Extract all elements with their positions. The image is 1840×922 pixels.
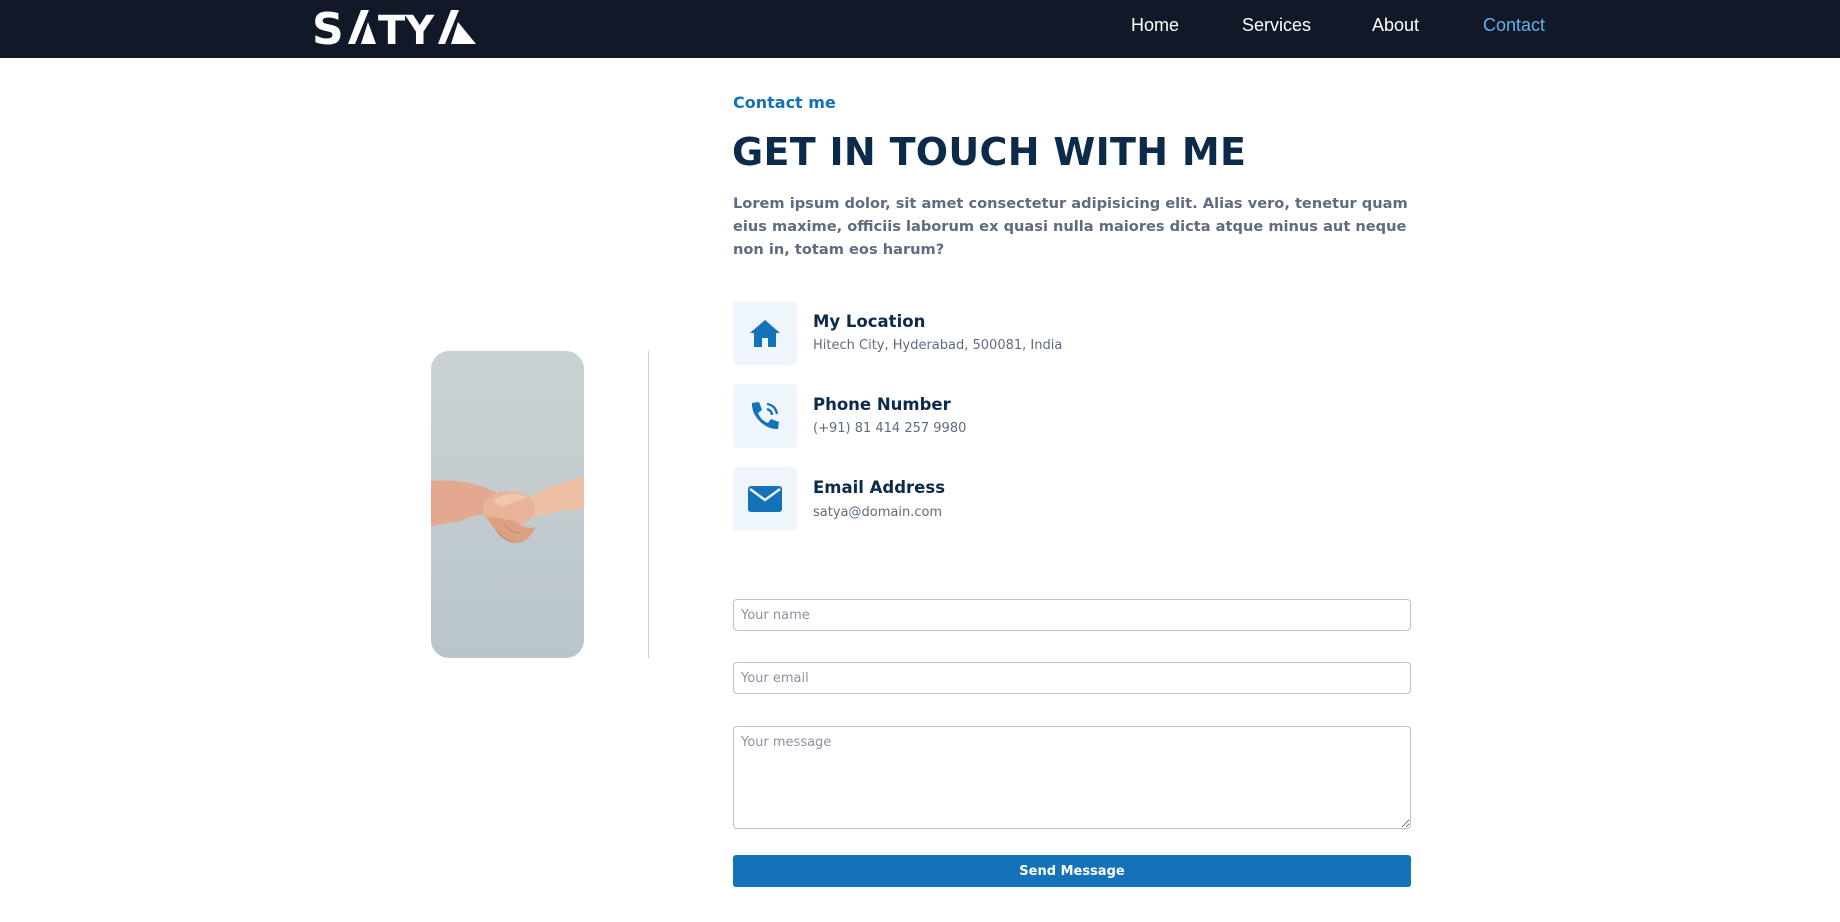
phone-text: (+91) 81 414 257 9980: [813, 421, 967, 436]
name-input[interactable]: [733, 599, 1411, 631]
intro-paragraph: Lorem ipsum dolor, sit amet consectetur …: [733, 195, 1408, 258]
envelope-icon: [748, 486, 782, 512]
contact-eyebrow: Contact me: [733, 93, 836, 112]
home-icon: [750, 320, 780, 347]
svg-text:S: S: [312, 4, 344, 50]
email-text: satya@domain.com: [813, 505, 943, 520]
phone-icon: [751, 402, 779, 430]
email-title: Email Address: [813, 478, 946, 497]
phone-icon-box: [733, 384, 797, 448]
page-title: GET IN TOUCH WITH ME: [732, 130, 1247, 174]
nav-contact[interactable]: Contact: [1483, 15, 1545, 36]
email-input[interactable]: [733, 662, 1411, 694]
send-message-button[interactable]: Send Message: [733, 855, 1411, 887]
satya-logo[interactable]: S TY: [312, 4, 476, 50]
location-title: My Location: [813, 312, 926, 331]
nav-services[interactable]: Services: [1242, 15, 1311, 36]
handshake-image: [431, 351, 584, 658]
divider-line: [648, 351, 649, 658]
nav-home[interactable]: Home: [1131, 15, 1179, 36]
location-icon-box: [733, 301, 797, 365]
location-text: Hitech City, Hyderabad, 500081, India: [813, 338, 1063, 353]
message-textarea[interactable]: [733, 726, 1411, 829]
email-icon-box: [733, 467, 797, 531]
nav-about[interactable]: About: [1372, 15, 1419, 36]
svg-text:TY: TY: [378, 8, 435, 50]
top-navbar: S TY Home Services About Contact: [0, 0, 1840, 58]
phone-title: Phone Number: [813, 395, 951, 414]
